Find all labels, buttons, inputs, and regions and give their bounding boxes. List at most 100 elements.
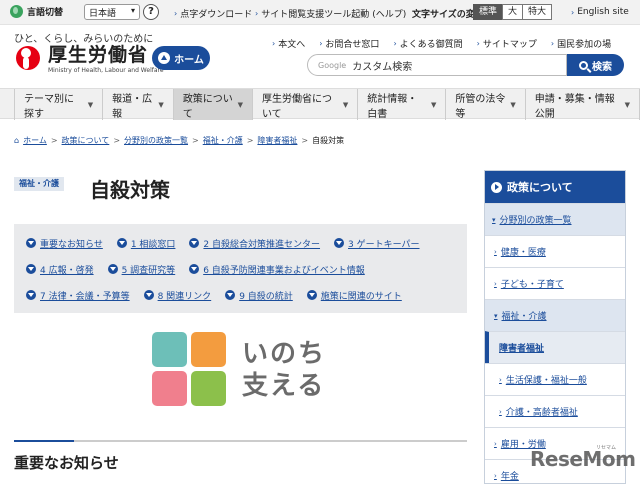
nav-tab-label: 所管の法令等 xyxy=(455,93,506,120)
chevron-right-icon: › xyxy=(494,471,497,480)
anchor-label: 8 関連リンク xyxy=(157,291,212,302)
breadcrumb-link[interactable]: ホーム xyxy=(23,135,47,146)
anchor-link[interactable]: 5 調査研究等 xyxy=(107,263,176,276)
header-link-faq[interactable]: › よくある御質問 xyxy=(393,37,462,50)
inochi-sasaeru-banner[interactable]: いのち 支える xyxy=(242,338,326,402)
site-logo[interactable]: 厚生労働省 Ministry of Health, Labour and Wel… xyxy=(14,44,164,74)
sidebar-item[interactable]: › 子ども・子育て xyxy=(485,267,625,299)
puzzle-piece xyxy=(152,332,187,367)
chevron-right-icon: › xyxy=(494,439,497,448)
home-icon xyxy=(158,52,171,64)
anchor-link[interactable]: 重要なお知らせ xyxy=(26,237,103,250)
chevron-down-icon: ▼ xyxy=(342,100,349,109)
chevron-down-icon xyxy=(26,238,36,248)
language-toggle-label: 言語切替 xyxy=(27,8,64,18)
anchor-link[interactable]: 7 法律・会議・予算等 xyxy=(26,289,130,302)
header-link-main[interactable]: › 本文へ xyxy=(272,37,305,50)
breadcrumb-separator: > xyxy=(50,136,58,145)
header-link-label: サイトマップ xyxy=(482,40,537,50)
search-button[interactable]: 検索 xyxy=(567,54,624,76)
anchor-link[interactable]: 8 関連リンク xyxy=(143,289,212,302)
anchor-label: 9 自殺の統計 xyxy=(239,291,293,302)
reader-help-link[interactable]: (ヘルプ) xyxy=(372,7,406,20)
sidebar-item-label: 健康・医療 xyxy=(500,248,546,258)
nav-tab-press[interactable]: 報道・広報 ▼ xyxy=(102,89,173,120)
braille-download-link[interactable]: › 点字ダウンロード xyxy=(174,7,252,20)
breadcrumb-current: 自殺対策 xyxy=(312,136,345,145)
breadcrumb-link[interactable]: 分野別の政策一覧 xyxy=(124,135,188,146)
logo-title: 厚生労働省 xyxy=(48,44,149,66)
chevron-right-icon: › xyxy=(550,39,555,48)
globe-icon xyxy=(10,5,23,18)
font-size-standard[interactable]: 標準 xyxy=(473,4,504,20)
chevron-down-icon xyxy=(189,238,200,248)
font-size-large[interactable]: 大 xyxy=(502,4,524,20)
sidebar-item-label: 介護・高齢者福祉 xyxy=(505,408,578,418)
anchor-link[interactable]: 6 自殺予防関連事業およびイベント情報 xyxy=(189,263,365,276)
resemom-watermark: ReseMom xyxy=(530,447,636,471)
chevron-down-icon: ▼ xyxy=(237,100,243,109)
chevron-down-icon: ▼ xyxy=(158,100,164,109)
sidebar-item[interactable]: 障害者福祉 xyxy=(485,331,625,363)
sidebar-item[interactable]: › 健康・医療 xyxy=(485,235,625,267)
help-button[interactable]: ? xyxy=(143,4,159,20)
resemom-watermark-sub: リセマム xyxy=(596,445,617,451)
reader-tool-link[interactable]: › サイト閲覧支援ツール起動 (ヘルプ) xyxy=(255,7,406,20)
breadcrumb-link[interactable]: 福祉・介護 xyxy=(203,135,243,146)
breadcrumb-link[interactable]: 障害者福祉 xyxy=(257,135,297,146)
anchor-link[interactable]: 4 広報・啓発 xyxy=(26,263,94,276)
chevron-down-icon xyxy=(107,264,118,274)
anchor-label: 重要なお知らせ xyxy=(40,239,103,250)
breadcrumb-link[interactable]: 政策について xyxy=(62,135,110,146)
chevron-right-icon: › xyxy=(499,407,502,416)
nav-tab-applications[interactable]: 申請・募集・情報公開 ▼ xyxy=(524,89,640,120)
header-link-contact[interactable]: › お問合せ窓口 xyxy=(319,37,379,50)
sidebar-item[interactable]: ▾ 福祉・介護 xyxy=(485,299,625,331)
nav-tab-laws[interactable]: 所管の法令等 ▼ xyxy=(445,89,524,120)
chevron-right-icon: › xyxy=(174,9,178,18)
chevron-right-icon: › xyxy=(319,39,323,48)
breadcrumb-separator: > xyxy=(246,136,254,145)
chevron-right-icon xyxy=(491,181,502,193)
breadcrumb: ⌂ ホーム > 政策について > 分野別の政策一覧 > 福祉・介護 > 障害者福祉 > 自… xyxy=(14,135,344,146)
anchor-label: 6 自殺予防関連事業およびイベント情報 xyxy=(203,265,365,276)
anchor-link[interactable]: 2 自殺総合対策推進センター xyxy=(189,237,320,250)
chevron-right-icon: › xyxy=(476,39,480,48)
header-link-label: よくある御質問 xyxy=(399,40,463,50)
language-toggle[interactable]: 言語切替 xyxy=(10,5,63,18)
sidebar-item-label: 生活保護・福祉一般 xyxy=(505,376,587,386)
language-select-value: 日本語 xyxy=(89,9,117,19)
chevron-right-icon: › xyxy=(494,247,497,256)
home-button[interactable]: ホーム xyxy=(152,46,210,70)
font-size-xlarge[interactable]: 特大 xyxy=(522,4,553,20)
anchor-link[interactable]: 1 相談窓口 xyxy=(116,237,175,250)
nav-tab-themes[interactable]: テーマ別に探す ▼ xyxy=(14,89,102,120)
sidebar-item[interactable]: ▾ 分野別の政策一覧 xyxy=(485,203,625,235)
sidebar-header[interactable]: 政策について xyxy=(485,171,625,203)
header-link-participation[interactable]: › 国民参加の場 xyxy=(551,37,611,50)
search-input[interactable]: Google カスタム検索 xyxy=(307,54,567,76)
anchor-label: 3 ゲートキーパー xyxy=(348,239,420,250)
language-select[interactable]: 日本語 ▾ xyxy=(84,4,140,20)
sidebar-list: ▾ 分野別の政策一覧 › 健康・医療 › 子ども・子育て ▾ 福祉・介護 障害者福祉 › 生活保護・… xyxy=(485,203,625,483)
header-link-sitemap[interactable]: › サイトマップ xyxy=(477,37,537,50)
anchor-link[interactable]: 9 自殺の統計 xyxy=(225,289,293,302)
sidebar-item-label: 分野別の政策一覧 xyxy=(499,216,572,226)
breadcrumb-separator: > xyxy=(301,136,309,145)
nav-tab-policy[interactable]: 政策について ▼ xyxy=(172,89,252,120)
chevron-right-icon: › xyxy=(393,39,397,48)
puzzle-logo-icon[interactable] xyxy=(152,332,226,406)
anchor-links-box: 重要なお知らせ 1 相談窓口 2 自殺総合対策推進センター 3 ゲートキーパー … xyxy=(14,224,467,313)
anchor-link[interactable]: 施策に関連のサイト xyxy=(306,289,402,302)
sidebar-item-label: 子ども・子育て xyxy=(500,280,564,290)
english-site-label: English site xyxy=(577,7,629,17)
anchor-link[interactable]: 3 ゲートキーパー xyxy=(334,237,420,250)
english-site-link[interactable]: › English site xyxy=(571,7,629,17)
nav-tab-statistics[interactable]: 統計情報・白書 ▼ xyxy=(357,89,445,120)
chevron-down-icon: ▾ xyxy=(130,6,135,15)
sidebar-item[interactable]: › 生活保護・福祉一般 xyxy=(485,363,625,395)
anchor-label: 5 調査研究等 xyxy=(121,265,176,276)
sidebar-item-label: 年金 xyxy=(500,472,519,482)
sidebar-item[interactable]: › 介護・高齢者福祉 xyxy=(485,395,625,427)
nav-tab-about[interactable]: 厚生労働省について ▼ xyxy=(251,89,357,120)
